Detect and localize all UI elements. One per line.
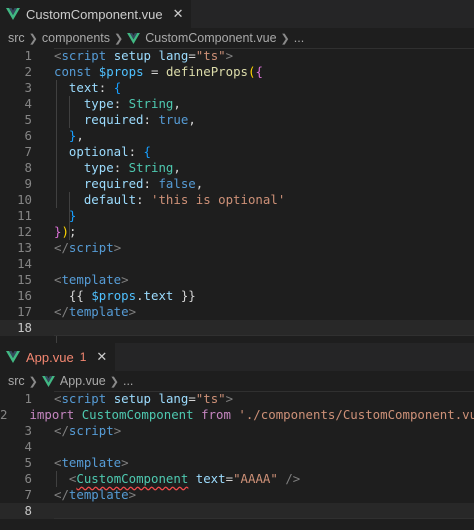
close-icon[interactable]: ✕ xyxy=(96,349,107,365)
breadcrumb-item-file[interactable]: CustomComponent.vue xyxy=(145,31,276,45)
chevron-right-icon: ❯ xyxy=(28,375,38,388)
breadcrumb: src ❯ App.vue ❯ ... xyxy=(0,371,474,391)
tab-label: App.vue xyxy=(26,349,74,365)
tab-app[interactable]: App.vue 1 ✕ xyxy=(0,343,116,371)
editor-group-top: CustomComponent.vue ✕ src ❯ components ❯… xyxy=(0,0,474,352)
chevron-right-icon: ❯ xyxy=(109,375,119,388)
tab-label: CustomComponent.vue xyxy=(26,6,163,22)
vue-file-icon xyxy=(6,8,20,20)
chevron-right-icon: ❯ xyxy=(28,32,38,45)
editor-group-bottom: App.vue 1 ✕ src ❯ App.vue ❯ ... 1 <script… xyxy=(0,343,474,530)
tab-custom-component[interactable]: CustomComponent.vue ✕ xyxy=(0,0,192,28)
vue-file-icon xyxy=(41,375,55,387)
breadcrumb-item-components[interactable]: components xyxy=(42,31,110,45)
breadcrumb-item-more[interactable]: ... xyxy=(123,374,133,388)
close-icon[interactable]: ✕ xyxy=(173,6,184,22)
problem-count-badge: 1 xyxy=(79,350,87,364)
code-editor[interactable]: 1 <script setup lang="ts"> 2 const $props … xyxy=(0,48,474,352)
breadcrumb-item-file[interactable]: App.vue xyxy=(60,374,106,388)
breadcrumb-item-more[interactable]: ... xyxy=(294,31,304,45)
vue-file-icon xyxy=(127,32,141,44)
code-line-current: 18 xyxy=(0,48,474,336)
breadcrumb-item-src[interactable]: src xyxy=(8,31,25,45)
chevron-right-icon: ❯ xyxy=(114,32,124,45)
vue-file-icon xyxy=(6,351,20,363)
code-line-current: 8 xyxy=(0,391,474,519)
code-editor[interactable]: 1 <script setup lang="ts"> 2 import Custom… xyxy=(0,391,474,519)
breadcrumb: src ❯ components ❯ CustomComponent.vue ❯… xyxy=(0,28,474,48)
chevron-right-icon: ❯ xyxy=(280,32,290,45)
tab-bar: CustomComponent.vue ✕ xyxy=(0,0,474,28)
tab-bar: App.vue 1 ✕ xyxy=(0,343,474,371)
breadcrumb-item-src[interactable]: src xyxy=(8,374,25,388)
